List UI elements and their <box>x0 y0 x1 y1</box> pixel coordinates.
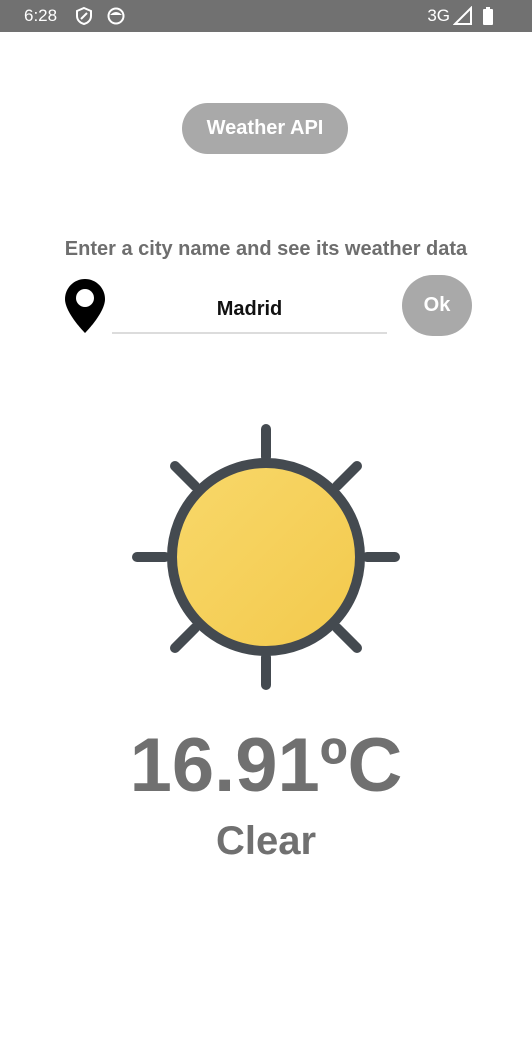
instruction-text: Enter a city name and see its weather da… <box>64 238 468 260</box>
city-input[interactable] <box>112 286 387 334</box>
network-type: 3G <box>427 6 450 25</box>
app-title-button[interactable]: Weather API <box>182 103 348 154</box>
map-pin-icon <box>65 279 105 333</box>
sun-icon <box>132 424 400 690</box>
ok-button[interactable]: Ok <box>402 275 472 336</box>
signal-icon <box>453 6 472 25</box>
shield-icon <box>76 6 92 26</box>
status-time: 6:28 <box>24 6 58 25</box>
battery-icon <box>483 7 493 25</box>
weather-condition: Clear <box>215 819 317 863</box>
face-icon <box>107 7 125 25</box>
temperature-value: 16.91ºC <box>129 723 403 808</box>
status-bar: 6:28 3G <box>0 0 532 32</box>
weather-screen: 6:28 3G Weather API Enter a city name an… <box>0 0 532 1058</box>
